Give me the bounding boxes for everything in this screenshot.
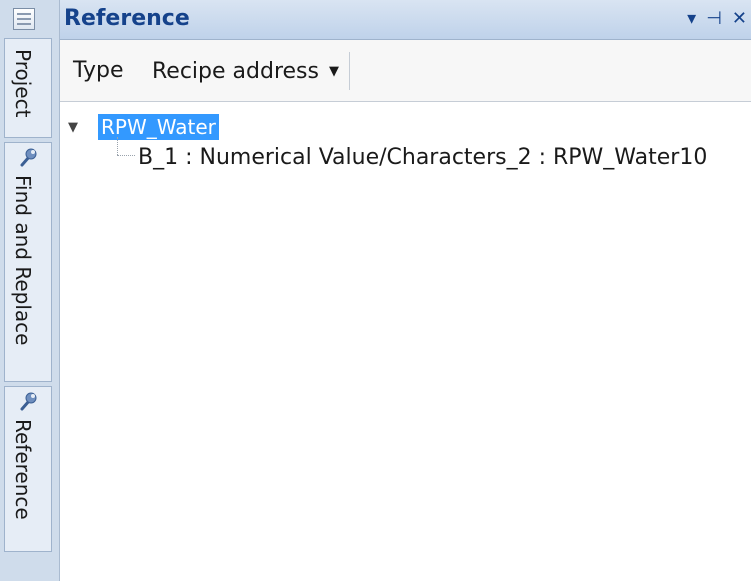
tree-connector-line (117, 137, 118, 155)
reference-tree: ▼ RPW_Water B_1 : Numerical Value/Charac… (60, 103, 751, 581)
type-label: Type (73, 58, 124, 83)
project-list-icon[interactable] (13, 8, 35, 30)
side-tab-find-and-replace[interactable]: Find and Replace (4, 142, 52, 382)
tree-connector-line (117, 155, 135, 156)
close-icon[interactable]: ✕ (732, 8, 747, 29)
reference-panel: Reference ▾ ⊣ ✕ Type Recipe address ▼ ▼ … (60, 0, 751, 581)
panel-title-bar: Reference ▾ ⊣ ✕ (60, 0, 751, 40)
panel-window-controls: ▾ ⊣ ✕ (687, 8, 747, 29)
side-tab-project[interactable]: Project (4, 38, 52, 138)
wrench-icon (20, 392, 37, 411)
pin-icon[interactable]: ⊣ (706, 8, 722, 29)
side-tab-strip: Project Find and Replace Reference (0, 0, 60, 581)
side-tab-reference-label: Reference (11, 419, 35, 520)
type-dropdown-value: Recipe address (152, 58, 319, 84)
side-tab-project-label: Project (11, 49, 35, 118)
chevron-down-icon: ▼ (328, 63, 339, 79)
panel-menu-dropdown-icon[interactable]: ▾ (687, 8, 696, 29)
tree-node-child[interactable]: B_1 : Numerical Value/Characters_2 : RPW… (138, 145, 707, 170)
expand-arrow-icon[interactable]: ▼ (68, 120, 82, 135)
panel-title: Reference (64, 6, 190, 31)
side-tab-find-and-replace-label: Find and Replace (11, 175, 35, 346)
tree-node-root[interactable]: ▼ RPW_Water (68, 113, 219, 141)
wrench-icon (20, 148, 37, 167)
side-tab-reference[interactable]: Reference (4, 386, 52, 552)
type-dropdown[interactable]: Recipe address ▼ (146, 52, 350, 90)
panel-toolbar: Type Recipe address ▼ (60, 40, 751, 102)
